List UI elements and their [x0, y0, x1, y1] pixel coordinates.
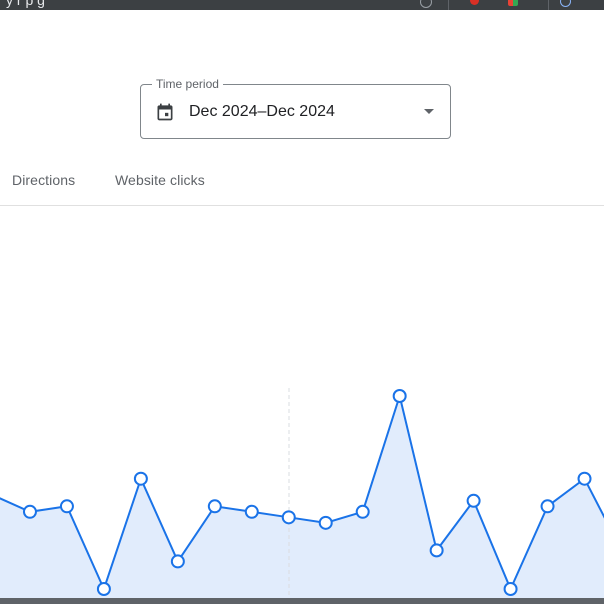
- chart-data-point[interactable]: [392, 389, 407, 403]
- chart-data-point[interactable]: [59, 499, 74, 514]
- chart-data-point[interactable]: [96, 582, 111, 596]
- toolbar-separator: [448, 0, 449, 10]
- page: y r p g Time period Dec 2024–Dec 2024 Di…: [0, 0, 604, 604]
- tab-website-clicks[interactable]: Website clicks: [115, 170, 205, 190]
- chart-data-point[interactable]: [207, 499, 222, 514]
- tab-directions[interactable]: Directions: [12, 170, 75, 190]
- chart-data-point[interactable]: [22, 504, 37, 519]
- bookmark-star-icon[interactable]: [420, 0, 432, 8]
- chart-data-point[interactable]: [355, 504, 370, 519]
- chart-data-point[interactable]: [170, 554, 185, 569]
- chart-data-point[interactable]: [133, 471, 148, 486]
- chart-data-point[interactable]: [244, 504, 259, 519]
- dropdown-arrow-icon: [424, 109, 434, 114]
- browser-toolbar-text: y r p g: [6, 0, 45, 8]
- extension-colored-icon[interactable]: [508, 0, 518, 6]
- time-period-label: Time period: [152, 76, 223, 92]
- browser-toolbar: y r p g: [0, 0, 604, 10]
- chart-area-fill: [0, 396, 604, 600]
- bottom-bar: [0, 598, 604, 604]
- chart-data-point[interactable]: [318, 515, 333, 530]
- chart-data-point[interactable]: [540, 499, 555, 514]
- profile-icon[interactable]: [560, 0, 571, 7]
- time-period-select[interactable]: Time period Dec 2024–Dec 2024: [140, 76, 451, 139]
- calendar-icon: [157, 103, 173, 121]
- chart-data-point[interactable]: [503, 582, 518, 596]
- chart-data-point[interactable]: [577, 471, 592, 486]
- extension-pin-icon[interactable]: [470, 0, 479, 5]
- chart-data-point[interactable]: [281, 510, 296, 525]
- tabs-divider: [0, 205, 604, 206]
- chart-data-point[interactable]: [429, 543, 444, 558]
- chart-data-point[interactable]: [466, 493, 481, 508]
- toolbar-separator: [548, 0, 549, 10]
- time-period-value: Dec 2024–Dec 2024: [189, 103, 335, 120]
- chart-series-line: [0, 392, 604, 592]
